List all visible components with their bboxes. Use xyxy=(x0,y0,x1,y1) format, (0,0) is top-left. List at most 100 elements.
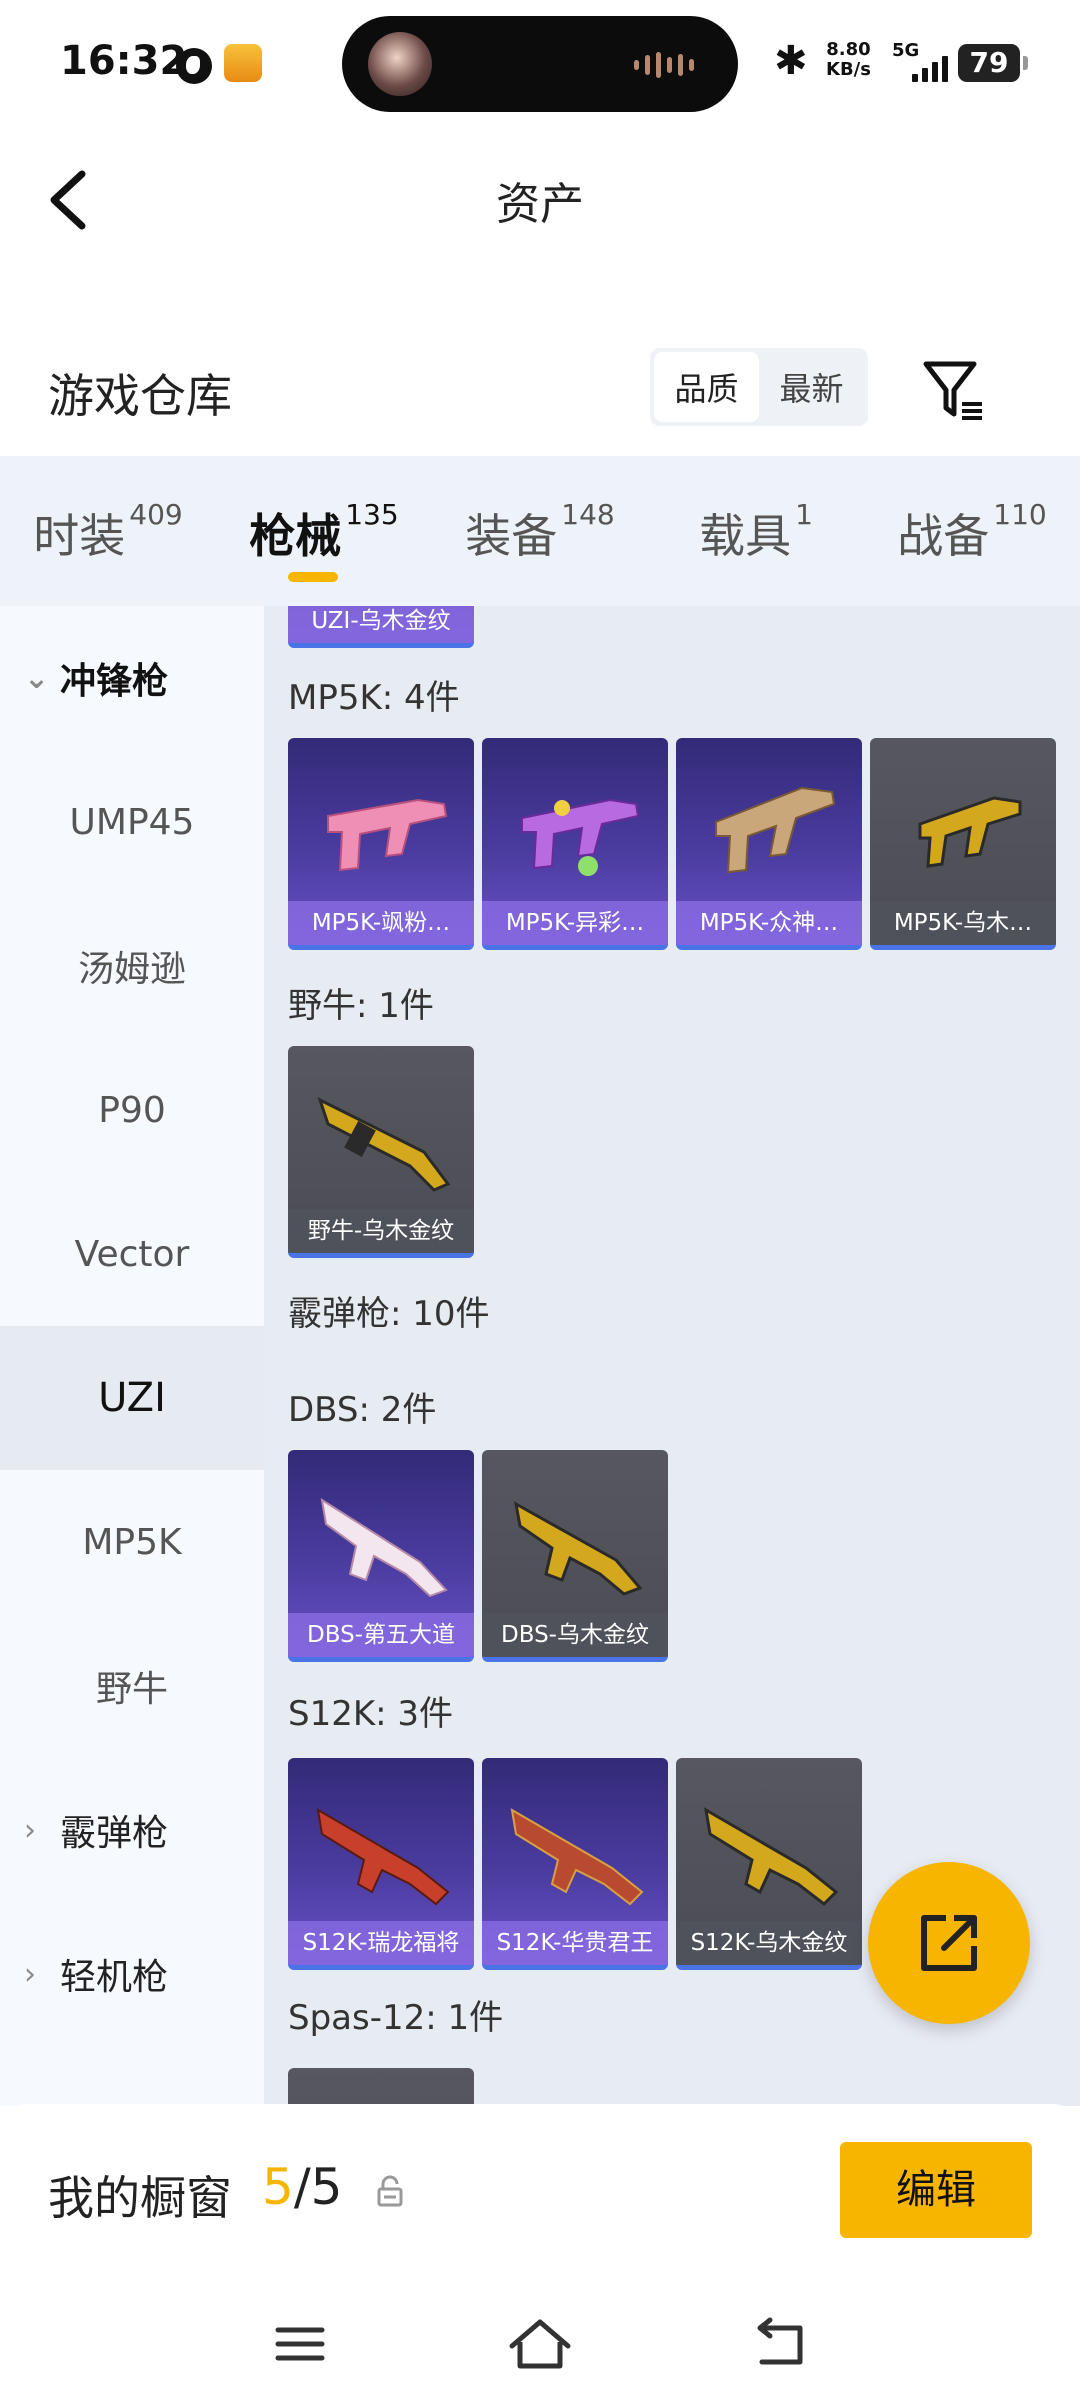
showcase-separator: / xyxy=(293,2158,311,2216)
sidebar-item-label: 冲锋枪 xyxy=(60,661,169,702)
smg-icon xyxy=(715,786,836,874)
tab-vehicles[interactable]: 载具 1 xyxy=(648,456,864,606)
signal-icon xyxy=(912,52,948,82)
smg-icon xyxy=(317,1097,451,1192)
sidebar-item-p90[interactable]: P90 xyxy=(0,1038,264,1182)
net-speed-value: 8.80 xyxy=(826,39,871,60)
tab-count: 409 xyxy=(129,498,183,531)
sort-toggle: 品质 最新 xyxy=(650,348,868,426)
warehouse-title: 游戏仓库 xyxy=(48,369,232,423)
weapon-card[interactable]: DBS-第五大道 xyxy=(288,1450,474,1662)
chevron-left-icon xyxy=(50,170,86,230)
weapon-type-sidebar: ⌄ 冲锋枪 UMP45 汤姆逊 P90 Vector UZI MP5K 野牛 ›… xyxy=(0,606,264,2106)
weapon-card[interactable]: MP5K-众神… xyxy=(676,738,862,950)
weapon-card[interactable]: MP5K-飒粉… xyxy=(288,738,474,950)
sidebar-item-uzi[interactable]: UZI xyxy=(0,1326,264,1470)
weapon-card[interactable]: MP5K-异彩… xyxy=(482,738,668,950)
showcase-current: 5 xyxy=(262,2158,294,2216)
share-external-icon xyxy=(921,1915,977,1971)
weapon-card[interactable]: UZI-乌木金纹 xyxy=(288,606,474,648)
tab-label: 载具 xyxy=(699,509,792,563)
net-speed-unit: KB/s xyxy=(826,59,871,80)
sort-newest-option[interactable]: 最新 xyxy=(759,352,864,422)
tab-label: 枪械 xyxy=(249,509,342,563)
showcase-label: 我的橱窗 xyxy=(48,2171,232,2225)
tab-count: 148 xyxy=(561,498,615,531)
tab-label: 战备 xyxy=(897,509,990,563)
net-speed: 8.80 KB/s xyxy=(826,40,871,80)
sidebar-item-thompson[interactable]: 汤姆逊 xyxy=(0,894,264,1038)
weapon-card[interactable]: MP5K-乌木… xyxy=(870,738,1056,950)
sidebar-item-label: P90 xyxy=(98,1089,166,1131)
sort-quality-option[interactable]: 品质 xyxy=(654,352,759,422)
audio-wave-icon xyxy=(634,52,694,78)
sidebar-item-vector[interactable]: Vector xyxy=(0,1182,264,1326)
lock-icon xyxy=(377,2175,403,2207)
tab-equipment[interactable]: 装备 148 xyxy=(432,456,648,606)
app-notification-icon xyxy=(224,44,262,82)
weapon-card-name: DBS-第五大道 xyxy=(288,1613,474,1657)
active-tab-indicator xyxy=(288,572,338,582)
sidebar-item-label: UZI xyxy=(98,1375,166,1421)
sidebar-item-smg[interactable]: ⌄ 冲锋枪 xyxy=(0,606,264,750)
sidebar-item-label: 野牛 xyxy=(95,1669,168,1710)
media-avatar xyxy=(368,32,432,96)
group-title-spas12: Spas-12: 1件 xyxy=(288,1998,504,2038)
sidebar-item-label: 轻机枪 xyxy=(60,1957,169,1998)
weapon-card-name: MP5K-乌木… xyxy=(870,901,1056,945)
smg-icon xyxy=(327,798,448,872)
sidebar-item-label: 霰弹枪 xyxy=(60,1813,169,1854)
sidebar-item-lmg[interactable]: › 轻机枪 xyxy=(0,1902,264,2046)
weapon-card[interactable]: S12K-乌木金纹 xyxy=(676,1758,862,1970)
dynamic-island xyxy=(342,16,738,112)
weapon-card-name: MP5K-众神… xyxy=(676,901,862,945)
share-fab[interactable] xyxy=(868,1862,1030,2024)
nav-home-button[interactable] xyxy=(500,2308,580,2380)
shotgun-icon xyxy=(510,1808,644,1906)
back-button[interactable] xyxy=(36,160,116,240)
group-title-bizon: 野牛: 1件 xyxy=(288,986,434,1026)
weapon-card-name: MP5K-异彩… xyxy=(482,901,668,945)
filter-button[interactable] xyxy=(912,350,992,430)
shotgun-icon xyxy=(320,1497,448,1598)
smg-icon xyxy=(918,796,1022,868)
sidebar-item-label: UMP45 xyxy=(69,801,195,843)
chevron-right-icon: › xyxy=(24,1956,36,1992)
status-time: 16:32 xyxy=(60,38,188,84)
weapon-card[interactable]: S12K-瑞龙福将 xyxy=(288,1758,474,1970)
weapon-card-name: DBS-乌木金纹 xyxy=(482,1613,668,1657)
weapon-card[interactable]: 野牛-乌木金纹 xyxy=(288,1046,474,1258)
weapon-card-name: S12K-华贵君王 xyxy=(482,1921,668,1965)
weapon-card-name: S12K-瑞龙福将 xyxy=(288,1921,474,1965)
tab-guns[interactable]: 枪械 135 xyxy=(216,456,432,606)
nav-back-button[interactable] xyxy=(740,2308,820,2380)
page-title: 资产 xyxy=(496,179,584,230)
weapon-card[interactable]: S12K-华贵君王 xyxy=(482,1758,668,1970)
tab-count: 110 xyxy=(993,498,1047,531)
group-title-shotgun: 霰弹枪: 10件 xyxy=(288,1294,490,1334)
sidebar-item-ump45[interactable]: UMP45 xyxy=(0,750,264,894)
battery-indicator: 79 xyxy=(958,44,1028,82)
page: 16:32 ✱ 8.80 KB/s 5G 79 资产 游戏仓库 品质 最新 时装… xyxy=(0,0,1080,2400)
weapon-card[interactable]: DBS-乌木金纹 xyxy=(482,1450,668,1662)
bluetooth-icon: ✱ xyxy=(774,38,808,84)
category-tabs: 时装 409 枪械 135 装备 148 载具 1 战备 110 xyxy=(0,456,1080,606)
tab-supplies[interactable]: 战备 110 xyxy=(864,456,1080,606)
chevron-right-icon: › xyxy=(24,1812,36,1848)
weapon-card[interactable] xyxy=(288,2068,474,2106)
sidebar-item-shotgun[interactable]: › 霰弹枪 xyxy=(0,1758,264,1902)
tab-fashion[interactable]: 时装 409 xyxy=(0,456,216,606)
smg-icon xyxy=(521,798,640,876)
tab-count: 135 xyxy=(345,498,399,531)
sidebar-item-bizon[interactable]: 野牛 xyxy=(0,1614,264,1758)
showcase-total: 5 xyxy=(310,2158,343,2216)
shotgun-icon xyxy=(513,1501,643,1596)
sidebar-item-label: Vector xyxy=(74,1233,190,1275)
showcase-count: 5/5 xyxy=(262,2158,342,2216)
edit-button[interactable]: 编辑 xyxy=(840,2142,1032,2238)
shotgun-icon xyxy=(316,1808,450,1906)
group-title-mp5k: MP5K: 4件 xyxy=(288,678,460,718)
tab-count: 1 xyxy=(795,498,813,531)
nav-menu-button[interactable] xyxy=(260,2308,340,2380)
sidebar-item-mp5k[interactable]: MP5K xyxy=(0,1470,264,1614)
